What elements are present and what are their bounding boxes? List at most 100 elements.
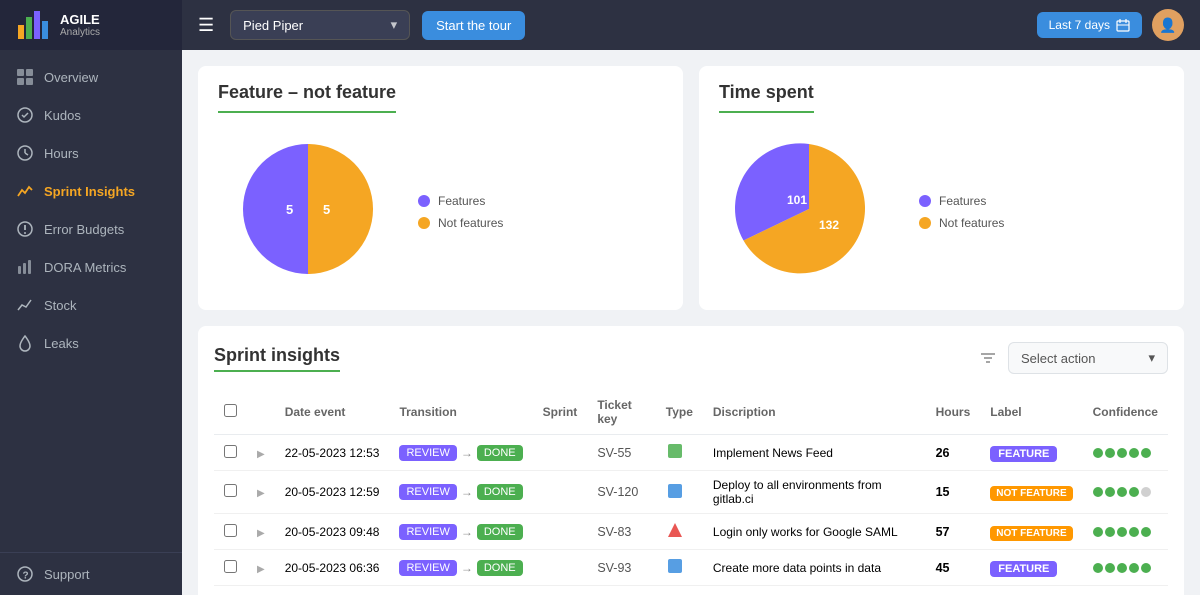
confidence-dot bbox=[1093, 448, 1103, 458]
legend-not-features-label: Not features bbox=[438, 216, 503, 230]
table-row: ▶ 20-05-2023 06:36 REVIEW → DONE SV-93 C… bbox=[214, 550, 1168, 586]
row-type-icon bbox=[656, 550, 703, 586]
confidence-dot bbox=[1117, 563, 1127, 573]
row-confidence bbox=[1083, 550, 1168, 586]
support-link[interactable]: ? Support bbox=[16, 565, 166, 583]
time-chart-title: Time spent bbox=[719, 82, 814, 113]
feature-chart-content: 5 5 Features Not features bbox=[218, 129, 663, 294]
transition-arrow: → bbox=[461, 525, 473, 539]
table-row: ▶ 20-05-2023 12:59 REVIEW → DONE SV-120 … bbox=[214, 471, 1168, 514]
row-label: FEATURE bbox=[980, 550, 1082, 586]
time-chart-card: Time spent 101 bbox=[699, 66, 1184, 310]
project-selector[interactable]: Pied Piper ▾ bbox=[230, 10, 410, 40]
sidebar-item-stock[interactable]: Stock bbox=[0, 286, 182, 324]
row-ticket[interactable]: SV-55 bbox=[587, 435, 655, 471]
time-chart-content: 101 132 Features Not features bbox=[719, 129, 1164, 294]
row-sprint bbox=[533, 586, 588, 595]
topbar-right: Last 7 days 👤 bbox=[1037, 9, 1184, 41]
error-budgets-icon bbox=[16, 220, 34, 238]
row-hours: 45 bbox=[926, 550, 981, 586]
sidebar-item-hours[interactable]: Hours bbox=[0, 134, 182, 172]
confidence-dot bbox=[1129, 563, 1139, 573]
row-confidence bbox=[1083, 586, 1168, 595]
confidence-dot bbox=[1093, 487, 1103, 497]
confidence-dot bbox=[1129, 487, 1139, 497]
expand-arrow[interactable]: ▶ bbox=[257, 528, 265, 539]
row-checkbox[interactable] bbox=[224, 524, 237, 537]
label-not-feature: NOT FEATURE bbox=[990, 486, 1072, 501]
confidence-dot bbox=[1093, 527, 1103, 537]
sidebar-item-error-budgets[interactable]: Error Budgets bbox=[0, 210, 182, 248]
row-checkbox[interactable] bbox=[224, 445, 237, 458]
row-sprint bbox=[533, 550, 588, 586]
row-date: 22-05-2023 12:53 bbox=[275, 435, 390, 471]
content-area: Feature – not feature 5 5 bbox=[182, 50, 1200, 595]
sprint-section-title: Sprint insights bbox=[214, 345, 340, 372]
sprint-table: Date event Transition Sprint Ticket key … bbox=[214, 390, 1168, 595]
expand-arrow[interactable]: ▶ bbox=[257, 488, 265, 499]
row-ticket[interactable]: SV-68 bbox=[587, 586, 655, 595]
avatar[interactable]: 👤 bbox=[1152, 9, 1184, 41]
confidence-dot bbox=[1105, 527, 1115, 537]
confidence-dot bbox=[1141, 487, 1151, 497]
badge-review: REVIEW bbox=[399, 560, 456, 576]
row-ticket[interactable]: SV-120 bbox=[587, 471, 655, 514]
row-checkbox[interactable] bbox=[224, 560, 237, 573]
sidebar-item-kudos[interactable]: Kudos bbox=[0, 96, 182, 134]
row-hours: 26 bbox=[926, 586, 981, 595]
legend-dot-not-features bbox=[418, 217, 430, 229]
sidebar-item-sprint-insights[interactable]: Sprint Insights bbox=[0, 172, 182, 210]
sprint-section: Sprint insights Select action ▾ bbox=[198, 326, 1184, 595]
row-description: Document: How to create and use service … bbox=[703, 586, 926, 595]
sidebar-item-overview[interactable]: Overview bbox=[0, 58, 182, 96]
feature-chart-title: Feature – not feature bbox=[218, 82, 396, 113]
row-transition: REVIEW → DONE bbox=[389, 550, 532, 586]
sprint-header: Sprint insights Select action ▾ bbox=[214, 342, 1168, 374]
col-ticket: Ticket key bbox=[587, 390, 655, 435]
row-date: 20-05-2023 06:36 bbox=[275, 550, 390, 586]
col-date: Date event bbox=[275, 390, 390, 435]
date-filter[interactable]: Last 7 days bbox=[1037, 12, 1142, 38]
sidebar-item-overview-label: Overview bbox=[44, 70, 98, 85]
col-label: Label bbox=[980, 390, 1082, 435]
sidebar-item-dora[interactable]: DORA Metrics bbox=[0, 248, 182, 286]
action-select[interactable]: Select action ▾ bbox=[1008, 342, 1168, 374]
confidence-dot bbox=[1141, 448, 1151, 458]
main-area: ☰ Pied Piper ▾ Start the tour Last 7 day… bbox=[182, 0, 1200, 595]
tour-button[interactable]: Start the tour bbox=[422, 11, 525, 40]
menu-toggle[interactable]: ☰ bbox=[198, 15, 214, 36]
row-transition: REVIEW → DONE bbox=[389, 586, 532, 595]
sidebar-item-kudos-label: Kudos bbox=[44, 108, 81, 123]
confidence-dot bbox=[1129, 448, 1139, 458]
time-legend-features-label: Features bbox=[939, 194, 986, 208]
logo-icon bbox=[16, 7, 52, 43]
row-ticket[interactable]: SV-93 bbox=[587, 550, 655, 586]
row-date: 20-05-2023 03:24 bbox=[275, 586, 390, 595]
topbar: ☰ Pied Piper ▾ Start the tour Last 7 day… bbox=[182, 0, 1200, 50]
row-ticket[interactable]: SV-83 bbox=[587, 514, 655, 550]
sprint-icon bbox=[16, 182, 34, 200]
action-select-chevron: ▾ bbox=[1148, 350, 1155, 366]
select-all-checkbox[interactable] bbox=[224, 404, 237, 417]
time-legend-not-features: Not features bbox=[919, 216, 1004, 230]
confidence-dot bbox=[1117, 527, 1127, 537]
table-header-row: Date event Transition Sprint Ticket key … bbox=[214, 390, 1168, 435]
expand-arrow[interactable]: ▶ bbox=[257, 449, 265, 460]
hours-icon bbox=[16, 144, 34, 162]
sidebar-nav: Overview Kudos Hours Sprint Insights Err… bbox=[0, 50, 182, 552]
chevron-down-icon: ▾ bbox=[391, 17, 398, 33]
expand-arrow[interactable]: ▶ bbox=[257, 564, 265, 575]
col-type: Type bbox=[656, 390, 703, 435]
row-label: FEATURE bbox=[980, 435, 1082, 471]
label-feature: FEATURE bbox=[990, 561, 1057, 577]
label-feature: FEATURE bbox=[990, 446, 1057, 462]
confidence-dot bbox=[1105, 487, 1115, 497]
table-row: ▶ 20-05-2023 09:48 REVIEW → DONE SV-83 L… bbox=[214, 514, 1168, 550]
row-description: Implement News Feed bbox=[703, 435, 926, 471]
legend-dot-features bbox=[418, 195, 430, 207]
filter-icon[interactable] bbox=[978, 348, 998, 368]
sidebar-item-leaks[interactable]: Leaks bbox=[0, 324, 182, 362]
confidence-dot bbox=[1093, 563, 1103, 573]
row-type-icon bbox=[656, 514, 703, 550]
row-checkbox[interactable] bbox=[224, 484, 237, 497]
